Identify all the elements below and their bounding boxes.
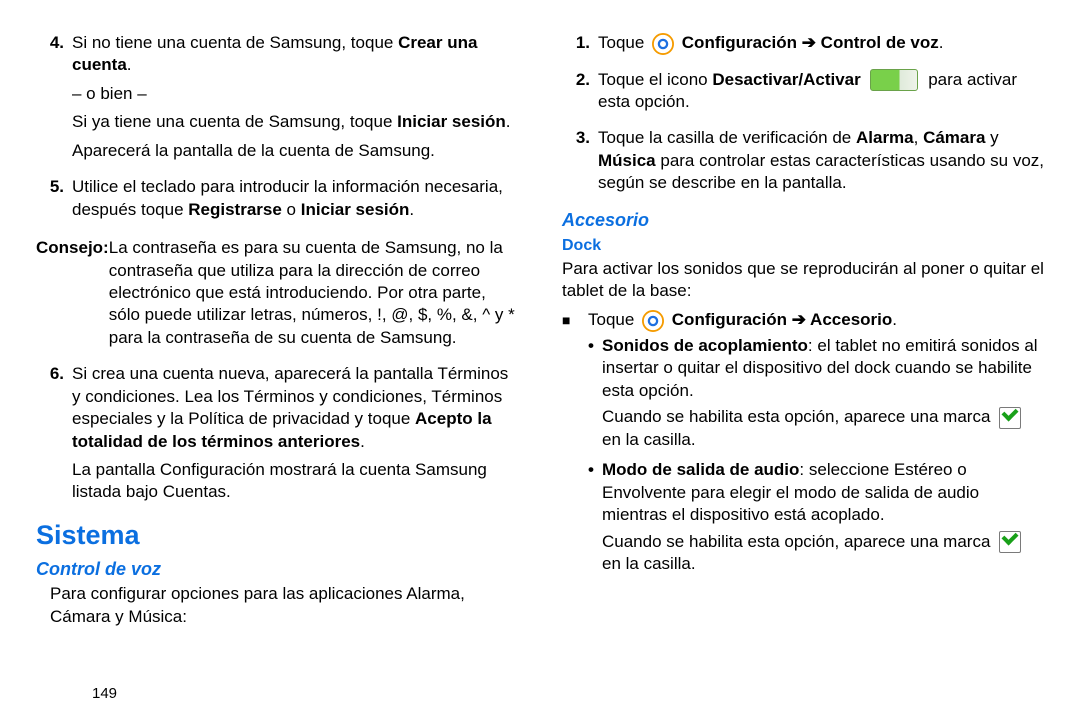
settings-icon	[652, 33, 674, 55]
bold-text: Cámara	[923, 128, 985, 147]
text: Aparecerá la pantalla de la cuenta de Sa…	[72, 140, 518, 162]
or-divider: – o bien –	[72, 83, 518, 105]
text: Cuando se habilita esta opción, aparece …	[602, 407, 990, 426]
step-body: Toque el icono Desactivar/Activar para a…	[598, 69, 1044, 120]
step-number: 5.	[36, 176, 72, 227]
step-3: 3. Toque la casilla de verificación de A…	[562, 127, 1044, 200]
step-body: Si no tiene una cuenta de Samsung, toque…	[72, 32, 518, 168]
step-number: 2.	[562, 69, 598, 120]
heading-control-de-voz: Control de voz	[36, 558, 518, 582]
text: .	[360, 432, 365, 451]
heading-accesorio: Accesorio	[562, 209, 1044, 233]
text: .	[409, 200, 414, 219]
text: Toque la casilla de verificación de	[598, 128, 856, 147]
tip-block: Consejo: La contraseña es para su cuenta…	[36, 237, 518, 349]
page-number: 149	[92, 684, 117, 704]
step-1: 1. Toque Configuración ➔ Control de voz.	[562, 32, 1044, 61]
nav-path: Configuración ➔ Accesorio	[672, 310, 892, 329]
checkmark-icon	[999, 531, 1021, 553]
square-bullet-icon: ■	[562, 309, 588, 584]
text: para controlar estas características usa…	[598, 151, 1044, 192]
text: .	[127, 55, 132, 74]
square-bullet-row: ■ Toque Configuración ➔ Accesorio. Sonid…	[562, 309, 1044, 584]
intro-text: Para activar los sonidos que se reproduc…	[562, 258, 1044, 303]
sub-bullet-list: Sonidos de acoplamiento: el tablet no em…	[588, 335, 1044, 576]
bold-text: Registrarse	[188, 200, 282, 219]
intro-text: Para configurar opciones para las aplica…	[50, 583, 518, 628]
step-6: 6. Si crea una cuenta nueva, aparecerá l…	[36, 363, 518, 510]
step-5: 5. Utilice el teclado para introducir la…	[36, 176, 518, 227]
text: Cuando se habilita esta opción, aparece …	[602, 532, 990, 551]
bold-text: Iniciar sesión	[301, 200, 410, 219]
bold-text: Sonidos de acoplamiento	[602, 336, 808, 355]
checkmark-icon	[999, 407, 1021, 429]
right-column: 1. Toque Configuración ➔ Control de voz.…	[540, 32, 1044, 708]
text: .	[892, 310, 897, 329]
nav-path: Configuración ➔ Control de voz	[682, 33, 939, 52]
text: Si ya tiene una cuenta de Samsung, toque	[72, 112, 397, 131]
step-2: 2. Toque el icono Desactivar/Activar par…	[562, 69, 1044, 120]
bold-text: Música	[598, 151, 656, 170]
bold-text: Alarma	[856, 128, 914, 147]
bullet-body: Toque Configuración ➔ Accesorio. Sonidos…	[588, 309, 1044, 584]
bold-text: Desactivar/Activar	[712, 70, 860, 89]
steps-list-right: 1. Toque Configuración ➔ Control de voz.…	[562, 32, 1044, 201]
step-body: Toque la casilla de verificación de Alar…	[598, 127, 1044, 200]
steps-list-left-2: 6. Si crea una cuenta nueva, aparecerá l…	[36, 363, 518, 510]
left-column: 4. Si no tiene una cuenta de Samsung, to…	[36, 32, 540, 708]
settings-icon	[642, 309, 664, 331]
bold-text: Iniciar sesión	[397, 112, 506, 131]
text: Si no tiene una cuenta de Samsung, toque	[72, 33, 398, 52]
text: Toque el icono	[598, 70, 712, 89]
text: .	[939, 33, 944, 52]
list-item: Sonidos de acoplamiento: el tablet no em…	[588, 335, 1044, 451]
toggle-icon	[870, 69, 918, 91]
tip-label: Consejo:	[36, 237, 109, 349]
step-number: 4.	[36, 32, 72, 168]
text: Toque	[598, 33, 649, 52]
step-body: Utilice el teclado para introducir la in…	[72, 176, 518, 227]
tip-text: La contraseña es para su cuenta de Samsu…	[109, 237, 518, 349]
text: Toque	[588, 310, 639, 329]
document-page: 4. Si no tiene una cuenta de Samsung, to…	[0, 0, 1080, 720]
step-4: 4. Si no tiene una cuenta de Samsung, to…	[36, 32, 518, 168]
step-number: 1.	[562, 32, 598, 61]
step-body: Toque Configuración ➔ Control de voz.	[598, 32, 1044, 61]
bold-text: Modo de salida de audio	[602, 460, 799, 479]
list-item: Modo de salida de audio: seleccione Esté…	[588, 459, 1044, 575]
step-number: 6.	[36, 363, 72, 510]
step-body: Si crea una cuenta nueva, aparecerá la p…	[72, 363, 518, 510]
text: en la casilla.	[602, 430, 696, 449]
text: y	[985, 128, 998, 147]
text: o	[282, 200, 301, 219]
heading-dock: Dock	[562, 235, 1044, 256]
text: .	[506, 112, 511, 131]
text: La pantalla Configuración mostrará la cu…	[72, 459, 518, 504]
text: en la casilla.	[602, 554, 696, 573]
heading-sistema: Sistema	[36, 518, 518, 554]
text: ,	[914, 128, 923, 147]
step-number: 3.	[562, 127, 598, 200]
steps-list-left: 4. Si no tiene una cuenta de Samsung, to…	[36, 32, 518, 227]
